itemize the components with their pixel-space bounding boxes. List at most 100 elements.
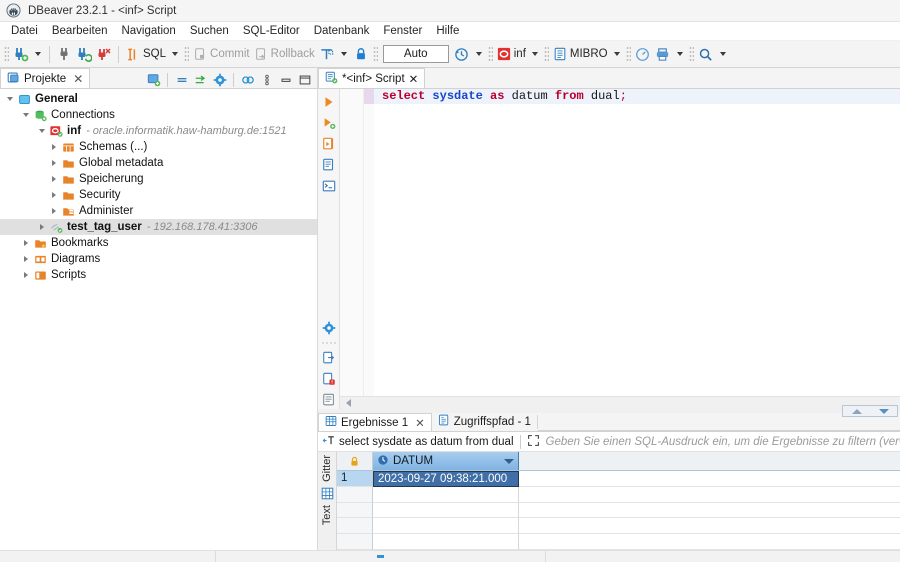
reconnect-button[interactable] bbox=[74, 43, 94, 65]
toolbar-grip-6[interactable] bbox=[626, 46, 631, 63]
tree-item-schemas[interactable]: Schemas (...) bbox=[0, 139, 317, 155]
scroll-left-arrow-icon[interactable] bbox=[346, 399, 351, 407]
sql-code-area[interactable]: select sysdate as datum from dual; bbox=[340, 89, 900, 396]
toolbar-grip-4[interactable] bbox=[488, 46, 493, 63]
execute-script-icon[interactable] bbox=[320, 114, 338, 132]
dashboard-button[interactable] bbox=[633, 43, 653, 65]
tree-item-bookmarks[interactable]: Bookmarks bbox=[0, 235, 317, 251]
twisty-collapsed-icon[interactable] bbox=[48, 208, 60, 214]
projects-tree[interactable]: General Connections bbox=[0, 89, 317, 550]
twisty-collapsed-icon[interactable] bbox=[48, 144, 60, 150]
transaction-mode-button[interactable] bbox=[317, 43, 337, 65]
twisty-collapsed-icon[interactable] bbox=[36, 224, 48, 230]
table-row[interactable]: 1 2023-09-27 09:38:21.000 bbox=[337, 471, 900, 487]
twisty-collapsed-icon[interactable] bbox=[20, 240, 32, 246]
auto-commit-field[interactable]: Auto bbox=[383, 45, 449, 63]
search-dropdown-icon[interactable] bbox=[720, 52, 726, 56]
grid-cell-empty[interactable] bbox=[373, 518, 519, 534]
twisty-collapsed-icon[interactable] bbox=[48, 192, 60, 198]
restore-up-icon[interactable] bbox=[852, 409, 862, 414]
search-icon[interactable] bbox=[696, 43, 716, 65]
presentation-tab-gitter-label[interactable]: Gitter bbox=[321, 455, 333, 482]
twisty-expanded-icon[interactable] bbox=[4, 97, 16, 101]
grid-cell-empty[interactable] bbox=[373, 487, 519, 503]
editor-horizontal-scrollbar[interactable] bbox=[340, 396, 900, 409]
maximize-icon[interactable] bbox=[296, 71, 313, 88]
rollback-button[interactable]: Rollback bbox=[252, 43, 317, 65]
load-sql-file-icon[interactable] bbox=[320, 391, 338, 409]
save-sql-file-icon[interactable] bbox=[320, 370, 338, 388]
tree-item-administer[interactable]: Administer bbox=[0, 203, 317, 219]
tree-item-test-tag-user[interactable]: test_tag_user - 192.168.178.41:3306 bbox=[0, 219, 317, 235]
tab-zugriffspfad-1[interactable]: Zugriffspfad - 1 bbox=[432, 412, 537, 431]
tree-item-connections[interactable]: Connections bbox=[0, 107, 317, 123]
grid-icon[interactable] bbox=[320, 486, 335, 501]
editor-gutter[interactable] bbox=[340, 89, 364, 396]
close-icon[interactable]: ✕ bbox=[409, 72, 419, 86]
toolbar-grip-5[interactable] bbox=[544, 46, 549, 63]
tree-item-global-metadata[interactable]: Global metadata bbox=[0, 155, 317, 171]
grid-column-header-datum[interactable]: DATUM bbox=[373, 452, 519, 470]
active-connection-button[interactable]: inf bbox=[495, 43, 528, 65]
chevron-down-icon[interactable] bbox=[504, 459, 514, 464]
tab-inf-script[interactable]: *<inf> Script ✕ bbox=[318, 67, 425, 88]
twisty-collapsed-icon[interactable] bbox=[20, 272, 32, 278]
active-connection-dropdown-icon[interactable] bbox=[532, 52, 538, 56]
menu-item-datei[interactable]: Datei bbox=[4, 22, 45, 41]
restore-down-icon[interactable] bbox=[879, 409, 889, 414]
lock-button[interactable] bbox=[351, 43, 371, 65]
disconnect-button[interactable] bbox=[54, 43, 74, 65]
print-button[interactable] bbox=[653, 43, 673, 65]
readonly-lock-icon[interactable] bbox=[337, 452, 373, 470]
table-row[interactable] bbox=[337, 518, 900, 534]
execute-new-tab-icon[interactable] bbox=[320, 135, 338, 153]
active-schema-dropdown-icon[interactable] bbox=[614, 52, 620, 56]
filter-query-text[interactable]: select sysdate as datum from dual bbox=[339, 436, 514, 448]
toolbar-grip-2[interactable] bbox=[184, 46, 189, 63]
minimize-icon[interactable] bbox=[277, 71, 294, 88]
row-number[interactable]: 1 bbox=[337, 471, 373, 487]
print-dropdown-icon[interactable] bbox=[677, 52, 683, 56]
row-number[interactable] bbox=[337, 503, 373, 519]
new-object-icon[interactable] bbox=[145, 71, 162, 88]
query-history-dropdown-icon[interactable] bbox=[476, 52, 482, 56]
twisty-collapsed-icon[interactable] bbox=[20, 256, 32, 262]
collapse-all-icon[interactable] bbox=[173, 71, 190, 88]
twisty-expanded-icon[interactable] bbox=[20, 113, 32, 117]
table-row[interactable] bbox=[337, 487, 900, 503]
new-sql-editor-button[interactable]: SQL bbox=[123, 43, 168, 65]
filter-link-icon[interactable] bbox=[239, 71, 256, 88]
close-icon[interactable]: ✕ bbox=[73, 72, 83, 86]
close-icon[interactable]: ✕ bbox=[415, 416, 425, 430]
view-settings-gear-icon[interactable] bbox=[211, 71, 228, 88]
table-row[interactable] bbox=[337, 503, 900, 519]
filter-query-icon[interactable] bbox=[322, 434, 336, 450]
new-connection-dropdown-icon[interactable] bbox=[35, 52, 41, 56]
presentation-tab-text-label[interactable]: Text bbox=[321, 505, 333, 525]
menu-item-hilfe[interactable]: Hilfe bbox=[429, 22, 466, 41]
execute-console-icon[interactable] bbox=[320, 177, 338, 195]
menu-item-navigation[interactable]: Navigation bbox=[114, 22, 182, 41]
commit-button[interactable]: Commit bbox=[191, 43, 252, 65]
grid-cell-datum[interactable]: 2023-09-27 09:38:21.000 bbox=[373, 471, 519, 487]
menu-item-suchen[interactable]: Suchen bbox=[183, 22, 236, 41]
twisty-expanded-icon[interactable] bbox=[36, 129, 48, 133]
tree-item-general[interactable]: General bbox=[0, 91, 317, 107]
filter-input-placeholder[interactable]: Geben Sie einen SQL-Ausdruck ein, um die… bbox=[546, 436, 900, 448]
query-history-button[interactable] bbox=[452, 43, 472, 65]
results-grid[interactable]: DATUM 1 2023-09-27 09:38:21.000 bbox=[337, 452, 900, 550]
toolbar-grip[interactable] bbox=[4, 46, 9, 63]
active-schema-button[interactable]: MIBRO bbox=[551, 43, 610, 65]
tab-ergebnisse-1[interactable]: Ergebnisse 1 ✕ bbox=[318, 412, 432, 431]
menu-item-bearbeiten[interactable]: Bearbeiten bbox=[45, 22, 115, 41]
sql-code-content[interactable]: select sysdate as datum from dual; bbox=[374, 89, 900, 396]
new-connection-button[interactable] bbox=[11, 43, 31, 65]
menu-item-datenbank[interactable]: Datenbank bbox=[307, 22, 377, 41]
toolbar-grip-3[interactable] bbox=[373, 46, 378, 63]
grid-cell-empty[interactable] bbox=[373, 503, 519, 519]
grid-cell-empty[interactable] bbox=[373, 534, 519, 550]
tab-projekte[interactable]: Projekte ✕ bbox=[0, 67, 90, 88]
tree-item-inf[interactable]: inf - oracle.informatik.haw-hamburg.de:1… bbox=[0, 123, 317, 139]
table-row[interactable] bbox=[337, 534, 900, 550]
row-number[interactable] bbox=[337, 518, 373, 534]
